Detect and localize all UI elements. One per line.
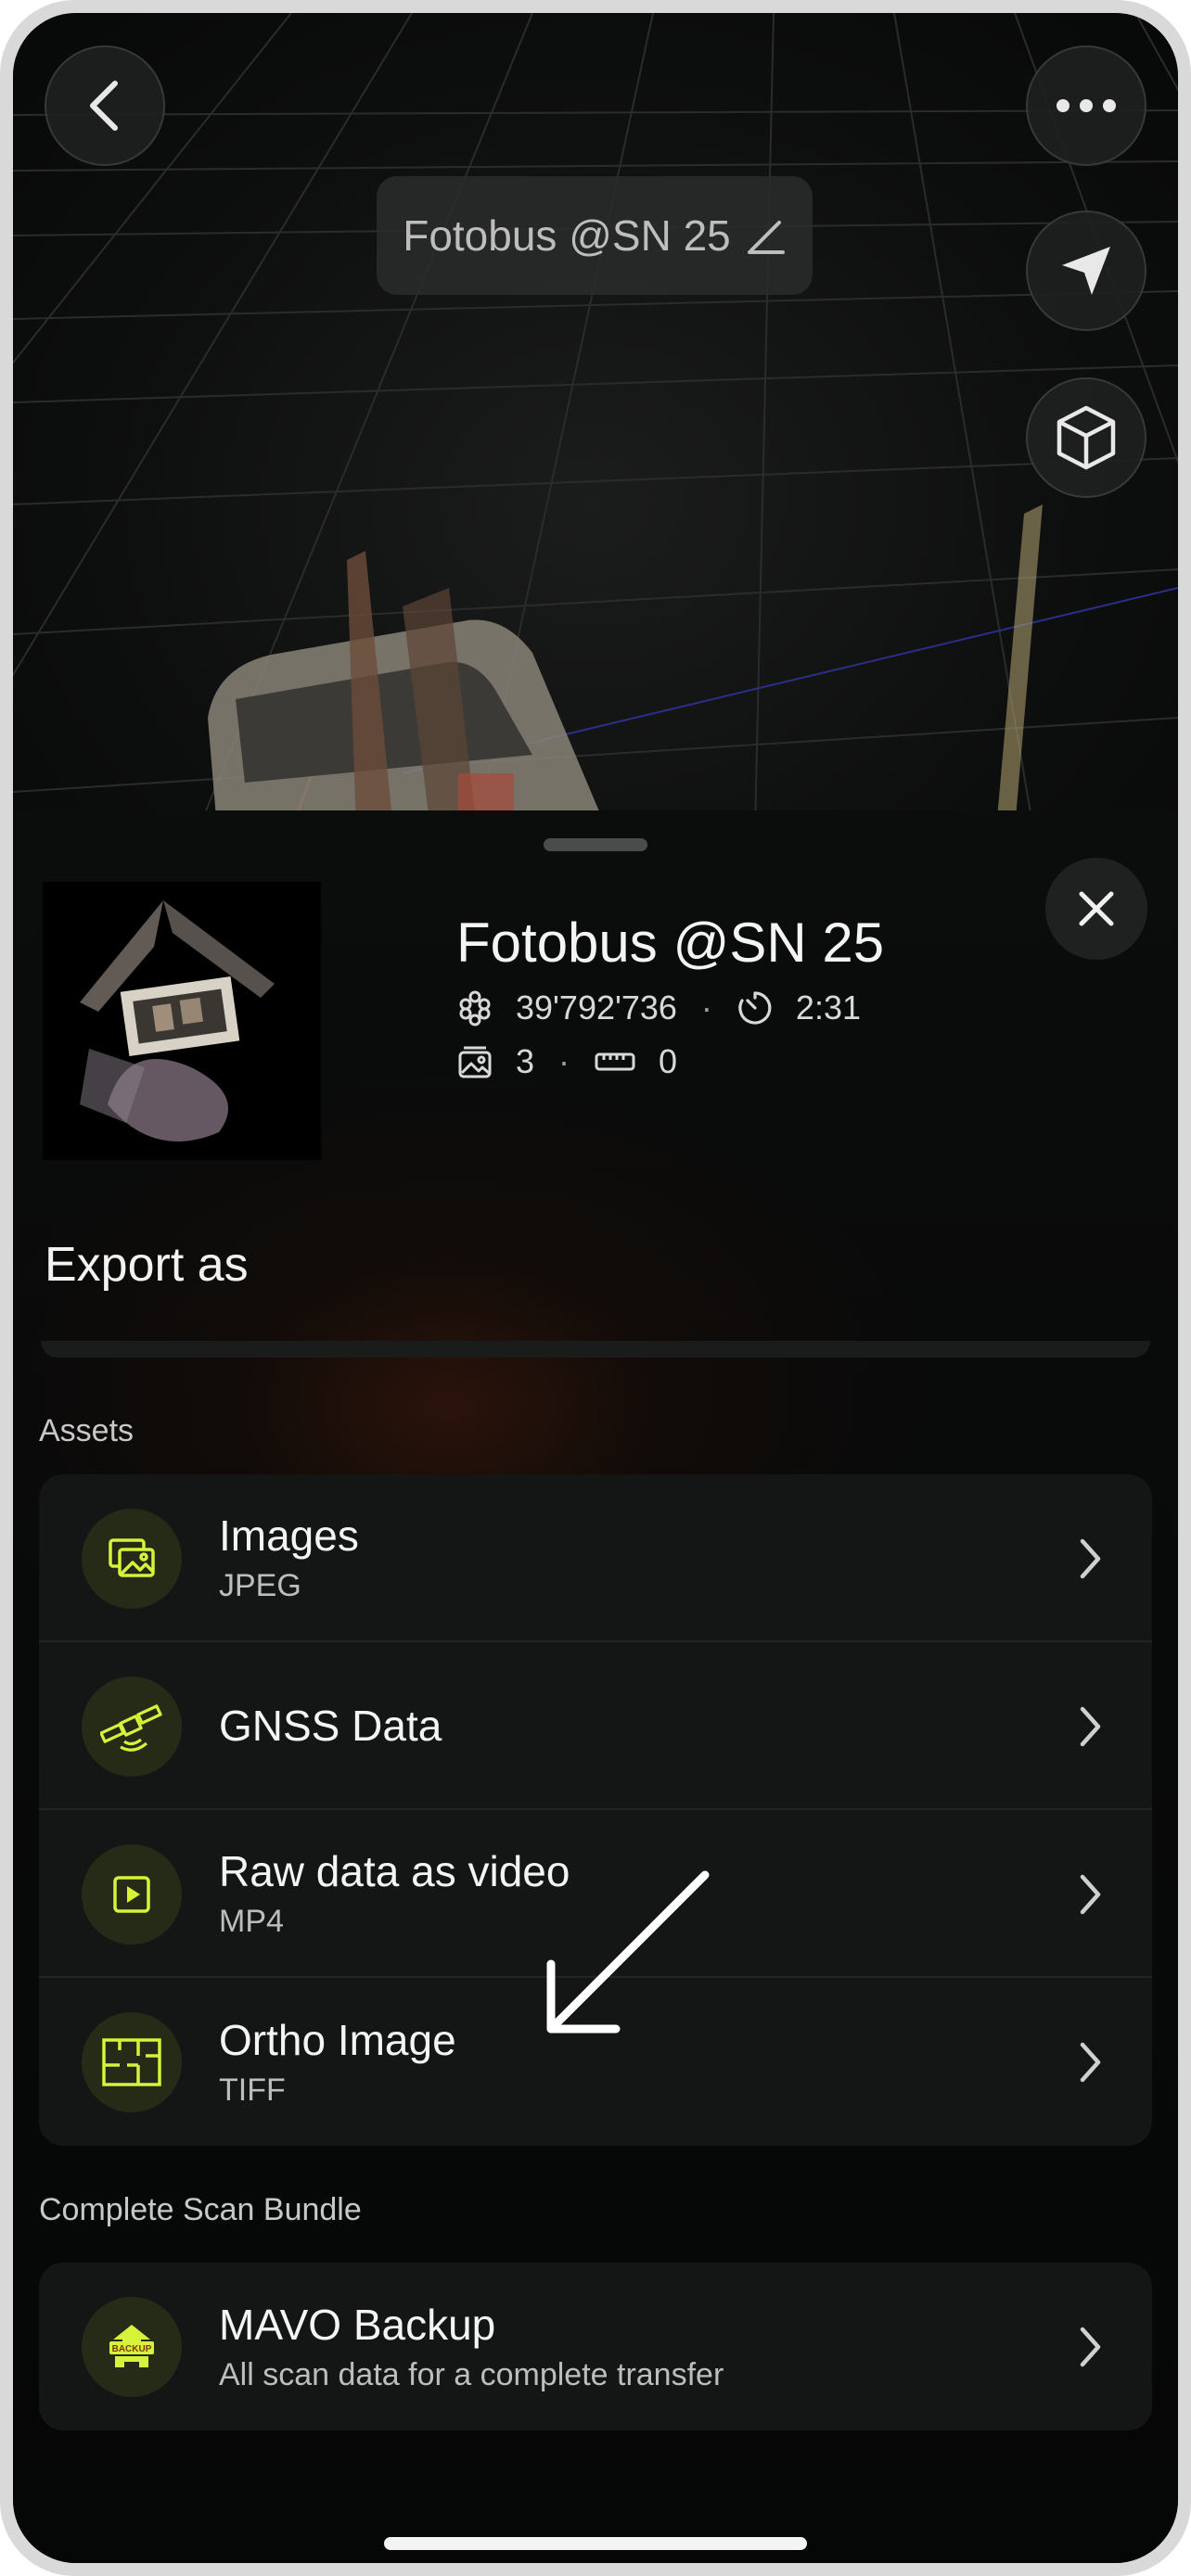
chevron-right-icon	[1080, 1706, 1101, 1747]
asset-label: Images	[219, 1511, 359, 1560]
scan-stats-row-2: 3 · 0	[456, 1042, 677, 1081]
backup-icon-badge: BACKUP	[82, 2297, 182, 2397]
scan-title-pill[interactable]: Fotobus @SN 25	[377, 176, 813, 295]
scan-duration: 2:31	[795, 988, 861, 1027]
asset-format: TIFF	[219, 2072, 286, 2108]
ortho-icon-badge	[82, 2012, 182, 2112]
asset-label: Ortho Image	[219, 2016, 456, 2064]
scan-stats-row-1: 39'792'736 · 2:31	[456, 988, 861, 1027]
more-horizontal-icon	[1057, 99, 1116, 112]
ruler-icon	[595, 1052, 635, 1071]
phone-frame: Fotobus @SN 25 Fotobus @SN 25 39'792'736…	[0, 0, 1191, 2576]
3d-viewer[interactable]: Fotobus @SN 25	[13, 13, 1178, 829]
bundle-card: BACKUP MAVO Backup All scan data for a c…	[39, 2263, 1152, 2430]
export-heading: Export as	[45, 1238, 249, 1292]
bundle-section-label: Complete Scan Bundle	[39, 2192, 362, 2227]
pencil-icon	[747, 221, 785, 254]
asset-row-gnss[interactable]: GNSS Data	[39, 1642, 1152, 1810]
more-button[interactable]	[1026, 45, 1146, 166]
floorplan-icon	[102, 2038, 161, 2086]
chevron-left-icon	[90, 81, 118, 131]
scan-name: Fotobus @SN 25	[456, 912, 885, 974]
point-cloud-scene	[13, 13, 1178, 829]
bundle-label: MAVO Backup	[219, 2301, 496, 2349]
timer-icon	[738, 991, 772, 1025]
chevron-right-icon	[1080, 1538, 1101, 1579]
back-button[interactable]	[45, 45, 165, 166]
format-list-edge	[41, 1341, 1150, 1358]
asset-label: GNSS Data	[219, 1701, 442, 1750]
backup-icon-text: BACKUP	[112, 2344, 152, 2354]
measurement-count: 0	[659, 1042, 678, 1080]
backup-icon: BACKUP	[109, 2325, 154, 2367]
asset-format: JPEG	[219, 1568, 301, 1603]
point-cloud-icon	[459, 990, 491, 1027]
scan-thumbnail	[43, 882, 321, 1160]
point-count: 39'792'736	[516, 988, 677, 1027]
satellite-icon	[100, 1704, 162, 1752]
bundle-description: All scan data for a complete transfer	[219, 2357, 724, 2392]
sheet-drag-handle[interactable]	[544, 838, 647, 851]
video-icon-badge	[82, 1844, 182, 1945]
annotation-arrow	[546, 1870, 710, 2034]
navigation-arrow-icon	[1062, 247, 1110, 295]
asset-label: Raw data as video	[219, 1847, 570, 1895]
locate-button[interactable]	[1026, 210, 1146, 331]
images-icon	[109, 1538, 155, 1577]
separator-dot: ·	[558, 1042, 570, 1080]
bundle-row-mavo-backup[interactable]: BACKUP MAVO Backup All scan data for a c…	[39, 2263, 1152, 2430]
chevron-right-icon	[1080, 2327, 1101, 2367]
assets-section-label: Assets	[39, 1413, 134, 1448]
asset-row-images[interactable]: Images JPEG	[39, 1474, 1152, 1642]
gnss-icon-badge	[82, 1677, 182, 1777]
images-icon-badge	[82, 1509, 182, 1609]
image-count: 3	[516, 1042, 535, 1080]
separator-dot: ·	[700, 988, 712, 1027]
cube-icon	[1057, 405, 1116, 470]
close-button[interactable]	[1045, 858, 1147, 960]
chevron-right-icon	[1080, 1874, 1101, 1915]
asset-format: MP4	[219, 1904, 284, 1939]
home-indicator[interactable]	[384, 2537, 807, 2550]
export-sheet: Fotobus @SN 25 39'792'736 · 2:31 3 · 0 E…	[13, 810, 1178, 2563]
screen: Fotobus @SN 25 Fotobus @SN 25 39'792'736…	[13, 13, 1178, 2563]
view-mode-button[interactable]	[1026, 377, 1146, 498]
close-icon	[1079, 891, 1114, 926]
chevron-right-icon	[1080, 2042, 1101, 2083]
video-play-icon	[113, 1876, 150, 1913]
scan-title-text: Fotobus @SN 25	[403, 211, 731, 260]
images-count-icon	[458, 1046, 492, 1078]
